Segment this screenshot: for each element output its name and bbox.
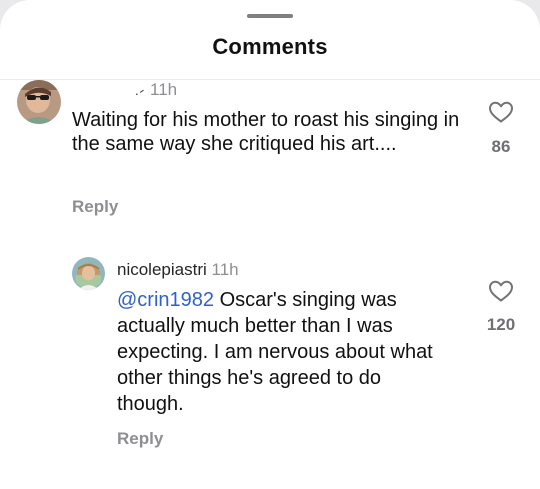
like-count: 86 <box>491 137 511 156</box>
comments-sheet: Comments .⹝ 11h Waiting for his mother to… <box>0 0 540 489</box>
avatar-image <box>72 257 105 290</box>
avatar[interactable] <box>72 257 105 290</box>
heart-outline-icon[interactable] <box>488 279 514 303</box>
comment-text: @crin1982 Oscar's singing was actually m… <box>117 287 452 417</box>
like-count: 120 <box>486 315 516 334</box>
mention-link[interactable]: @crin1982 <box>117 289 214 311</box>
comment-meta: nicolepiastri 11h <box>117 260 239 280</box>
comment-meta: .⹝ 11h <box>135 80 177 100</box>
heart-outline-icon[interactable] <box>488 100 514 124</box>
username[interactable]: nicolepiastri <box>117 260 207 279</box>
timestamp: 11h <box>150 80 178 99</box>
username[interactable]: .⹝ <box>135 83 145 98</box>
page-title: Comments <box>212 34 328 59</box>
header-divider <box>0 79 540 80</box>
avatar-image <box>17 80 61 124</box>
reply-button[interactable]: Reply <box>72 197 118 217</box>
drag-handle[interactable] <box>247 14 293 18</box>
timestamp: 11h <box>211 260 239 279</box>
reply-button[interactable]: Reply <box>117 429 163 449</box>
avatar[interactable] <box>17 80 61 124</box>
comment-text: Waiting for his mother to roast his sing… <box>72 109 460 155</box>
